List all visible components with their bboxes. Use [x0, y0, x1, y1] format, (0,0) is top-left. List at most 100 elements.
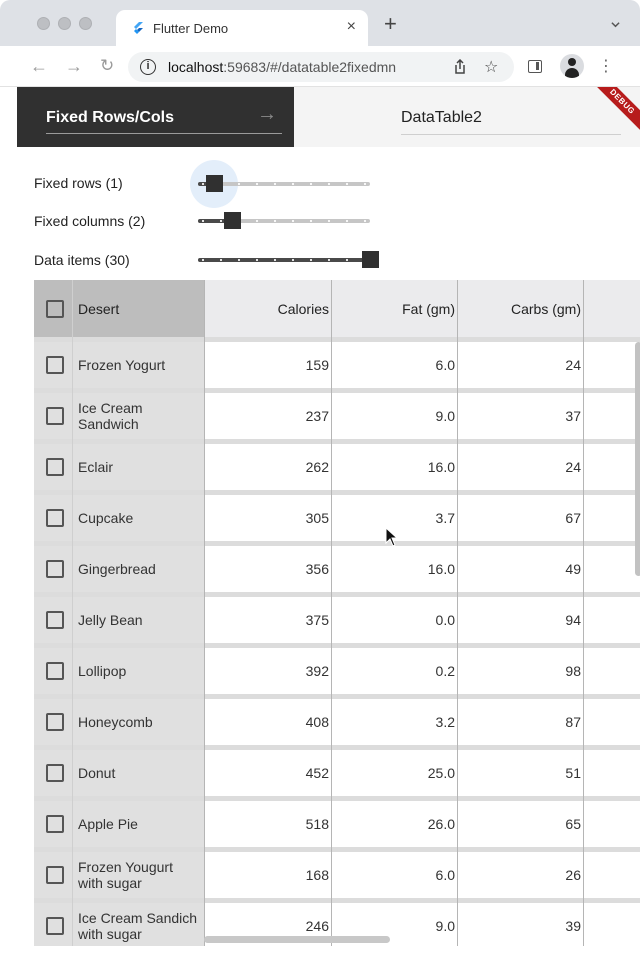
- data-items-slider-thumb[interactable]: [362, 251, 379, 268]
- browser-toolbar: ← → ↻ i localhost:59683/#/datatable2fixe…: [0, 46, 640, 87]
- browser-tab[interactable]: Flutter Demo ×: [116, 10, 368, 46]
- browser-tab-bar: Flutter Demo × +: [0, 0, 640, 46]
- fixed-columns-label: Fixed columns (2): [34, 213, 146, 229]
- table-row[interactable]: Lollipop 392 0.2 98: [34, 648, 640, 694]
- cell-carbs: 98: [565, 663, 581, 679]
- row-checkbox[interactable]: [46, 815, 64, 833]
- cell-calories: 159: [305, 357, 329, 373]
- cell-carbs: 67: [565, 510, 581, 526]
- header-fat[interactable]: Fat (gm): [331, 280, 457, 337]
- table-row[interactable]: Ice Cream Sandwich 237 9.0 37: [34, 393, 640, 439]
- cell-desert-name-line: Gingerbread: [78, 561, 156, 577]
- profile-avatar-icon[interactable]: [560, 54, 584, 78]
- cell-calories: 518: [305, 816, 329, 832]
- cell-desert-name: Cupcake: [78, 510, 133, 526]
- table-row[interactable]: Donut 452 25.0 51: [34, 750, 640, 796]
- row-checkbox[interactable]: [46, 356, 64, 374]
- header-carbs[interactable]: Carbs (gm): [457, 280, 583, 337]
- share-icon[interactable]: [453, 59, 467, 75]
- cell-desert-name: Eclair: [78, 459, 113, 475]
- browser-menu-icon[interactable]: ⋮: [598, 56, 614, 76]
- tab-title: Flutter Demo: [153, 21, 229, 36]
- bookmark-star-icon[interactable]: ☆: [484, 57, 498, 77]
- debug-banner: DEBUG: [588, 87, 640, 136]
- back-arrow-icon[interactable]: ←: [30, 54, 48, 78]
- table-row[interactable]: Frozen Yougurt with sugar 168 6.0 26: [34, 852, 640, 898]
- row-checkbox[interactable]: [46, 764, 64, 782]
- vertical-scrollbar[interactable]: [635, 342, 640, 576]
- table-row[interactable]: Cupcake 305 3.7 67: [34, 495, 640, 541]
- cell-carbs: 51: [565, 765, 581, 781]
- fixed-rows-slider[interactable]: [190, 160, 370, 208]
- cell-desert-name: Gingerbread: [78, 561, 156, 577]
- cell-carbs: 87: [565, 714, 581, 730]
- row-checkbox[interactable]: [46, 407, 64, 425]
- row-checkbox[interactable]: [46, 713, 64, 731]
- site-info-icon[interactable]: i: [140, 59, 156, 75]
- cell-fat: 25.0: [427, 765, 455, 781]
- row-checkbox[interactable]: [46, 509, 64, 527]
- table-row[interactable]: Jelly Bean 375 0.0 94: [34, 597, 640, 643]
- cell-calories: 305: [305, 510, 329, 526]
- cell-calories: 237: [305, 408, 329, 424]
- horizontal-scrollbar[interactable]: [204, 936, 390, 943]
- fixed-rows-slider-thumb[interactable]: [206, 175, 223, 192]
- chevron-down-icon[interactable]: [611, 20, 620, 29]
- cell-calories: 262: [305, 459, 329, 475]
- row-checkbox[interactable]: [46, 560, 64, 578]
- new-tab-button[interactable]: +: [384, 13, 397, 35]
- forward-arrow-icon[interactable]: →: [65, 54, 83, 78]
- cell-desert-name: Ice Cream Sandich with sugar: [78, 910, 197, 942]
- cell-desert-name-line: with sugar: [78, 875, 142, 891]
- cell-desert-name: Ice Cream Sandwich: [78, 400, 143, 432]
- cell-fat: 9.0: [435, 408, 455, 424]
- cell-fat: 26.0: [427, 816, 455, 832]
- cell-calories: 168: [305, 867, 329, 883]
- address-bar[interactable]: i localhost:59683/#/datatable2fixedmn ☆: [128, 52, 514, 82]
- zoom-window-dot[interactable]: [79, 17, 92, 30]
- url-text: localhost:59683/#/datatable2fixedmn: [168, 59, 397, 75]
- column-divider: [331, 280, 332, 946]
- cell-carbs: 94: [565, 612, 581, 628]
- reload-icon[interactable]: ↻: [100, 54, 114, 78]
- cell-desert-name: Lollipop: [78, 663, 126, 679]
- mouse-cursor-icon: [385, 527, 399, 547]
- nav-underline: [46, 133, 282, 134]
- row-checkbox[interactable]: [46, 458, 64, 476]
- cell-carbs: 24: [565, 459, 581, 475]
- cell-desert-name: Honeycomb: [78, 714, 153, 730]
- nav-fixed-rows-cols-label: Fixed Rows/Cols: [46, 109, 175, 126]
- row-checkbox[interactable]: [46, 917, 64, 935]
- header-calories[interactable]: Calories: [204, 280, 331, 337]
- select-all-checkbox[interactable]: [46, 299, 64, 318]
- header-desert[interactable]: Desert: [78, 280, 204, 337]
- fixed-columns-slider[interactable]: [198, 212, 370, 229]
- data-items-slider[interactable]: [198, 251, 379, 268]
- nav-fixed-rows-cols[interactable]: Fixed Rows/Cols →: [17, 87, 294, 147]
- cell-desert-name-line: Eclair: [78, 459, 114, 475]
- table-row[interactable]: Frozen Yogurt 159 6.0 24: [34, 342, 640, 388]
- cell-fat: 0.0: [435, 612, 455, 628]
- side-panel-icon[interactable]: [528, 60, 542, 73]
- row-checkbox[interactable]: [46, 866, 64, 884]
- table-row[interactable]: Eclair 262 16.0 24: [34, 444, 640, 490]
- cell-calories: 392: [305, 663, 329, 679]
- tab-close-icon[interactable]: ×: [347, 18, 356, 36]
- row-checkbox[interactable]: [46, 662, 64, 680]
- app-content: Fixed Rows/Cols → DataTable2 DEBUG Fixed…: [0, 87, 640, 960]
- table-row[interactable]: Apple Pie 518 26.0 65: [34, 801, 640, 847]
- cell-fat: 16.0: [427, 561, 455, 577]
- nav-datatable2[interactable]: DataTable2 DEBUG: [294, 87, 640, 147]
- cell-carbs: 26: [565, 867, 581, 883]
- fixed-columns-slider-thumb[interactable]: [224, 212, 241, 229]
- cell-desert-name: Jelly Bean: [78, 612, 143, 628]
- minimize-window-dot[interactable]: [58, 17, 71, 30]
- close-window-dot[interactable]: [37, 17, 50, 30]
- table-row[interactable]: Gingerbread 356 16.0 49: [34, 546, 640, 592]
- cell-carbs: 65: [565, 816, 581, 832]
- table-row[interactable]: Honeycomb 408 3.2 87: [34, 699, 640, 745]
- cell-calories: 375: [305, 612, 329, 628]
- cell-carbs: 37: [565, 408, 581, 424]
- row-checkbox[interactable]: [46, 611, 64, 629]
- nav-datatable2-label: DataTable2: [401, 109, 482, 126]
